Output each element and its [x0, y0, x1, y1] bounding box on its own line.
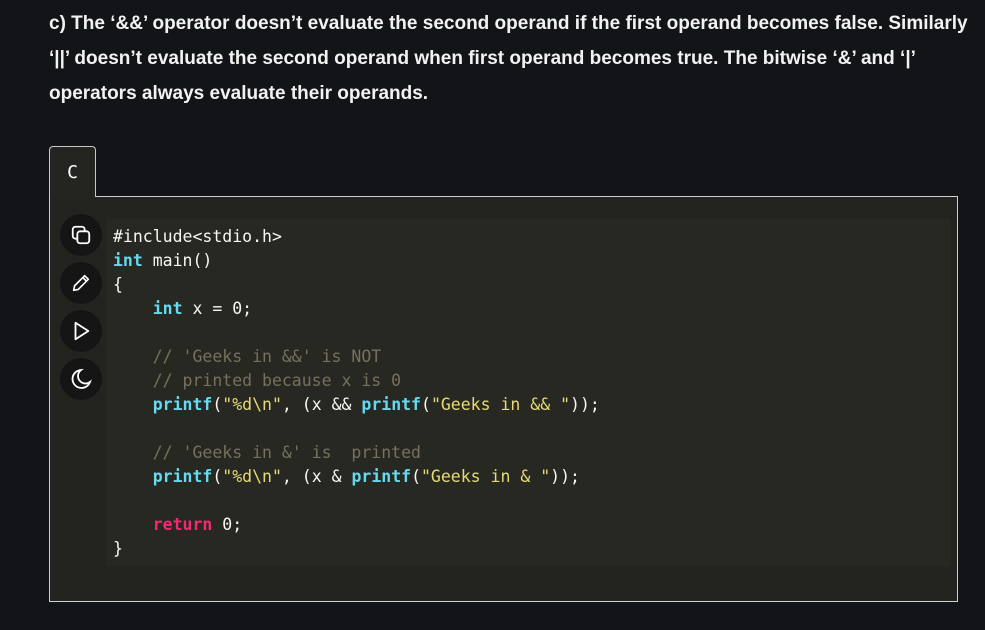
code-token: return — [152, 515, 213, 534]
code-line: // 'Geeks in &&' is NOT — [113, 345, 600, 369]
code-token: )); — [550, 467, 580, 486]
code-token: ( — [212, 467, 223, 486]
code-token: printf — [351, 467, 412, 486]
pencil-icon — [72, 274, 90, 292]
code-text: #include<stdio.h> int main(){ int x = 0; … — [113, 225, 600, 561]
code-token: ( — [421, 395, 431, 414]
code-token: )); — [570, 395, 600, 414]
code-line: return 0; — [113, 513, 600, 537]
code-token: printf — [361, 395, 421, 414]
code-line: printf("%d\n", (x & printf("Geeks in & "… — [113, 465, 600, 489]
copy-button[interactable] — [60, 214, 102, 256]
code-token: "%d\n" — [222, 467, 282, 486]
code-token: , (x & — [281, 467, 352, 486]
code-line: #include<stdio.h> — [113, 225, 600, 249]
copy-icon — [71, 225, 91, 245]
code-token: { — [113, 275, 123, 294]
code-line: printf("%d\n", (x && printf("Geeks in &&… — [113, 393, 600, 417]
code-token: // printed because x is 0 — [113, 371, 402, 390]
code-token: printf — [152, 467, 213, 486]
play-icon — [74, 321, 90, 341]
code-line: // printed because x is 0 — [113, 369, 600, 393]
code-token: } — [113, 539, 123, 558]
tab-joiner — [50, 195, 95, 198]
code-token: #include<stdio.h> — [113, 227, 282, 246]
tab-c[interactable]: C — [49, 146, 96, 197]
code-token: ( — [411, 467, 421, 486]
code-token: int — [113, 251, 143, 270]
code-token: int — [152, 299, 183, 318]
code-token: , (x && — [281, 395, 362, 414]
item-label: c) — [49, 13, 66, 34]
description-paragraph: c) The ‘&&’ operator doesn’t evaluate th… — [49, 6, 969, 111]
tab-label: C — [67, 161, 78, 183]
code-token: "Geeks in & " — [421, 467, 551, 486]
edit-button[interactable] — [60, 262, 102, 304]
code-line: } — [113, 537, 600, 561]
code-token: x = 0; — [182, 299, 253, 318]
code-line: int main() — [113, 249, 600, 273]
code-block: #include<stdio.h> int main(){ int x = 0; … — [106, 219, 951, 566]
code-token: printf — [152, 395, 213, 414]
code-token: // 'Geeks in &' is printed — [113, 443, 421, 462]
theme-toggle-button[interactable] — [60, 358, 102, 400]
code-token: "Geeks in && " — [430, 395, 571, 414]
code-line: { — [113, 273, 600, 297]
code-token: 0; — [212, 515, 243, 534]
code-line: int x = 0; — [113, 297, 600, 321]
code-token: "%d\n" — [222, 395, 282, 414]
code-token: main() — [142, 251, 213, 270]
code-container: #include<stdio.h> int main(){ int x = 0; … — [49, 196, 958, 602]
run-button[interactable] — [60, 310, 102, 352]
code-token: ( — [212, 395, 223, 414]
description-text: The ‘&&’ operator doesn’t evaluate the s… — [49, 13, 968, 104]
moon-icon — [71, 368, 92, 389]
code-line: // 'Geeks in &' is printed — [113, 441, 600, 465]
code-token: // 'Geeks in &&' is NOT — [113, 347, 382, 366]
